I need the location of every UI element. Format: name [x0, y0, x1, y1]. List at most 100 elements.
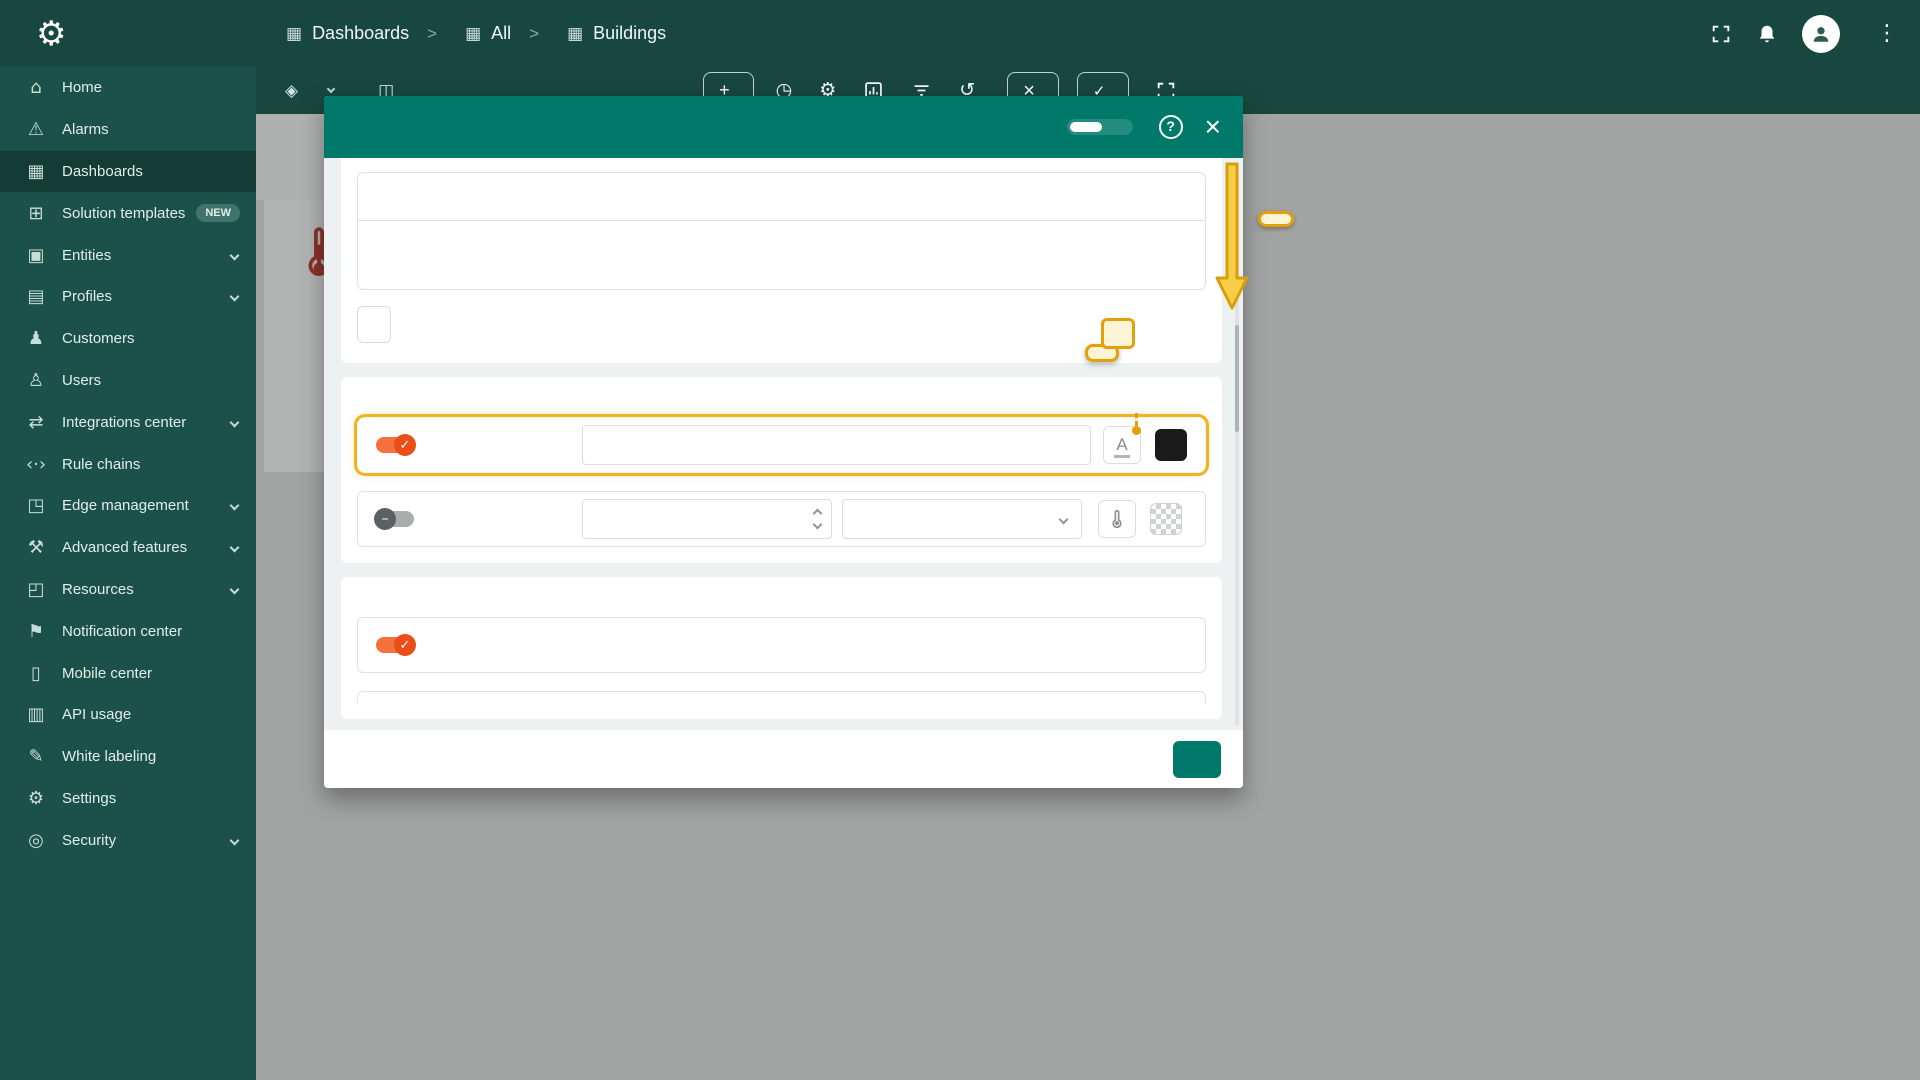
sidebar-item-api-usage[interactable]: API usage — [0, 694, 256, 736]
breadcrumb-item-all[interactable]: All — [409, 23, 511, 44]
kebab-menu-icon[interactable] — [1876, 21, 1898, 46]
sidebar-item-dashboards[interactable]: Dashboards — [0, 151, 256, 193]
tab-advanced[interactable] — [1102, 122, 1130, 132]
sidebar-item-notification-center[interactable]: Notification center — [0, 610, 256, 652]
breadcrumb-label: All — [491, 23, 511, 44]
thingsboard-logo[interactable] — [0, 14, 256, 54]
sidebar-item-icon — [24, 579, 48, 600]
sidebar-item-advanced-features[interactable]: Advanced features — [0, 527, 256, 569]
dashboard-group-icon — [567, 23, 583, 44]
breadcrumb-item-buildings[interactable]: Buildings — [511, 23, 666, 44]
icon-color-swatch[interactable] — [1150, 503, 1182, 535]
sidebar-item-icon — [24, 495, 48, 516]
tab-basic[interactable] — [1070, 122, 1102, 132]
data-zoom-toggle[interactable] — [376, 637, 414, 653]
dashboard-group-icon — [286, 23, 302, 44]
icon-size-unit-select[interactable] — [842, 499, 1082, 539]
dialog-header — [324, 96, 1243, 158]
number-stepper[interactable] — [814, 510, 821, 528]
sidebar-item-customers[interactable]: Customers — [0, 318, 256, 360]
breadcrumb-label: Buildings — [593, 23, 666, 44]
dialog-scrollbar-thumb[interactable] — [1235, 325, 1239, 432]
dialog-body — [324, 158, 1243, 730]
sidebar-item-white-labeling[interactable]: White labeling — [0, 736, 256, 778]
chevron-down-icon — [230, 292, 240, 302]
sidebar-item-entities[interactable]: Entities — [0, 234, 256, 276]
sidebar-item-icon — [24, 286, 48, 307]
sidebar-item-alarms[interactable]: Alarms — [0, 109, 256, 151]
icon-picker-button[interactable] — [1098, 500, 1136, 538]
sidebar-item-label: Solution templates — [62, 205, 185, 222]
title-setting-row — [357, 417, 1206, 473]
sidebar-item-icon — [24, 77, 48, 98]
user-menu[interactable] — [1802, 15, 1852, 53]
chevron-down-icon — [230, 417, 240, 427]
scroll-down-annotation — [1258, 211, 1294, 227]
sidebar-item-label: Notification center — [62, 623, 182, 640]
next-row-clipped — [357, 691, 1206, 703]
chevron-down-icon — [230, 501, 240, 511]
card-icon-toggle[interactable] — [376, 511, 414, 527]
sidebar-item-label: Customers — [62, 330, 135, 347]
chart-section — [341, 577, 1222, 719]
sidebar-item-icon — [24, 704, 48, 725]
breadcrumb-label: Dashboards — [312, 23, 409, 44]
chart-title-input[interactable] — [582, 425, 1091, 465]
sidebar-item-label: Security — [62, 832, 116, 849]
states-icon — [285, 81, 298, 101]
sidebar-item-icon — [24, 621, 48, 642]
avatar — [1802, 15, 1840, 53]
callout-connector-dot — [1132, 426, 1141, 435]
sidebar-item-integrations-center[interactable]: Integrations center — [0, 401, 256, 443]
dialog-add-button[interactable] — [1173, 741, 1221, 778]
sidebar-item-edge-management[interactable]: Edge management — [0, 485, 256, 527]
toggle-knob-check-icon — [394, 434, 416, 456]
sidebar-item-label: Advanced features — [62, 539, 187, 556]
sidebar-item-settings[interactable]: Settings — [0, 778, 256, 820]
callout-connector-line — [1135, 413, 1138, 426]
question-icon — [1166, 118, 1175, 136]
sidebar-item-solution-templates[interactable]: Solution templates NEW — [0, 192, 256, 234]
sidebar-item-users[interactable]: Users — [0, 360, 256, 402]
new-badge: NEW — [196, 204, 240, 222]
thresholds-table-header — [358, 173, 1205, 221]
data-zoom-row — [357, 617, 1206, 673]
mode-tab-group — [1067, 119, 1133, 135]
sidebar-item-icon — [24, 746, 48, 767]
sidebar-item-security[interactable]: Security — [0, 819, 256, 861]
add-widget-dialog — [324, 96, 1243, 788]
chevron-down-icon — [1059, 514, 1069, 524]
breadcrumb-item-dashboards[interactable]: Dashboards — [286, 23, 409, 44]
sidebar-item-label: Profiles — [62, 288, 112, 305]
sidebar-item-icon — [24, 119, 48, 140]
sidebar-item-label: Dashboards — [62, 163, 143, 180]
thermometer-icon — [1107, 509, 1127, 529]
sidebar-item-label: Users — [62, 372, 101, 389]
sidebar-item-profiles[interactable]: Profiles — [0, 276, 256, 318]
font-format-icon — [1114, 436, 1129, 455]
sidebar-item-icon — [24, 161, 48, 182]
sidebar-item-label: Integrations center — [62, 414, 186, 431]
sidebar-item-label: Settings — [62, 790, 116, 807]
sidebar-item-icon — [24, 663, 48, 684]
title-toggle[interactable] — [376, 437, 414, 453]
scroll-down-arrow-annotation — [1215, 162, 1249, 312]
close-dialog-icon[interactable] — [1205, 113, 1221, 141]
notifications-bell-icon[interactable] — [1756, 23, 1778, 45]
icon-size-input[interactable] — [582, 499, 832, 539]
sidebar-item-home[interactable]: Home — [0, 67, 256, 109]
thresholds-table — [357, 172, 1206, 290]
sidebar-item-rule-chains[interactable]: Rule chains — [0, 443, 256, 485]
chevron-down-icon — [230, 835, 240, 845]
sidebar: Home Alarms Dashboards Solution template… — [0, 67, 256, 1080]
sidebar-item-resources[interactable]: Resources — [0, 569, 256, 611]
step-number-badge — [1101, 318, 1135, 349]
add-threshold-button[interactable] — [357, 306, 391, 343]
fullscreen-icon[interactable] — [1710, 23, 1732, 45]
toggle-knob-check-icon — [394, 634, 416, 656]
help-icon[interactable] — [1159, 115, 1183, 139]
title-color-swatch[interactable] — [1155, 429, 1187, 461]
sidebar-item-mobile-center[interactable]: Mobile center — [0, 652, 256, 694]
sidebar-item-icon — [24, 830, 48, 851]
chevron-down-icon — [230, 585, 240, 595]
